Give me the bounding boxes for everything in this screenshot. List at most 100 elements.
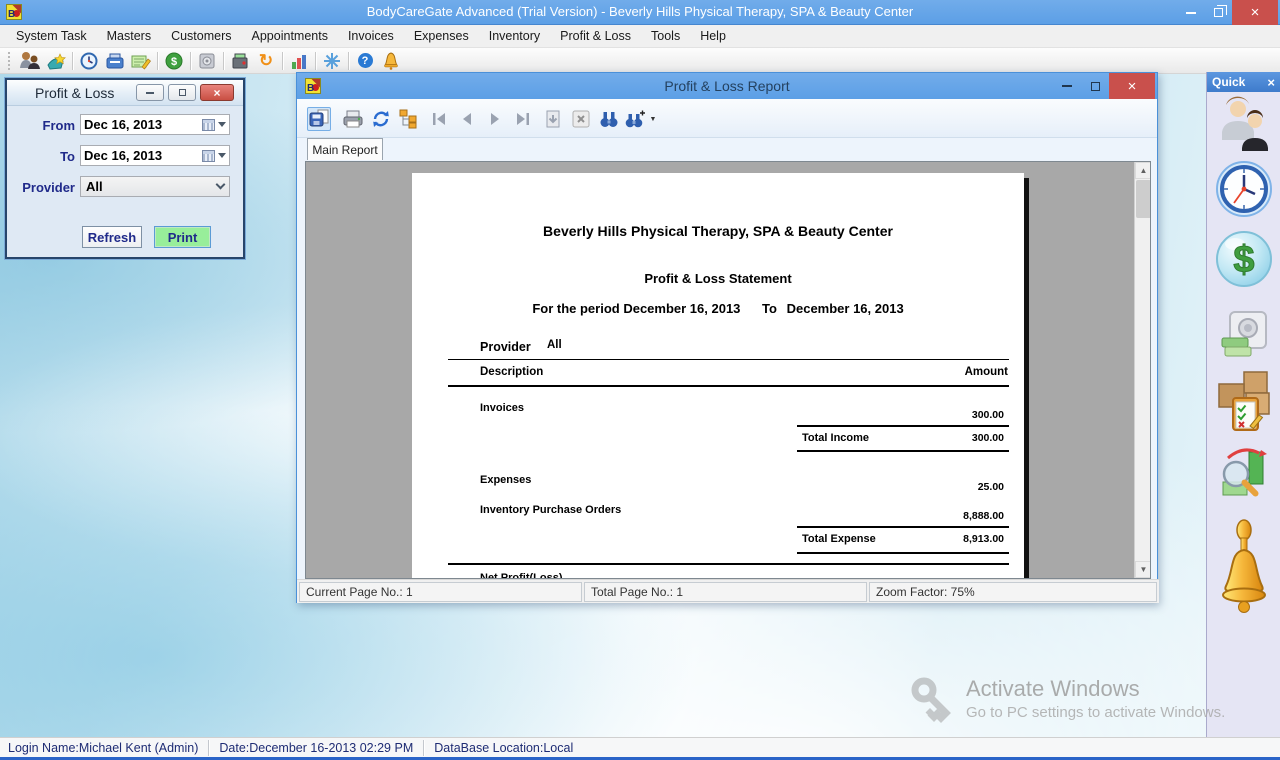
fax-button[interactable] [102, 50, 128, 72]
bell-button[interactable] [378, 50, 404, 72]
print-button[interactable] [341, 107, 365, 131]
bell-icon [382, 52, 400, 70]
dialog-minimize-button[interactable] [136, 84, 164, 101]
chart-icon [290, 52, 309, 70]
group-tree-button[interactable] [397, 107, 421, 131]
dialog-maximize-button[interactable] [168, 84, 196, 101]
dialog-title: Profit & Loss [35, 85, 114, 101]
export-button[interactable] [307, 107, 331, 131]
menu-appointments[interactable]: Appointments [242, 25, 338, 48]
menu-help[interactable]: Help [690, 25, 736, 48]
menu-inventory[interactable]: Inventory [479, 25, 550, 48]
menu-expenses[interactable]: Expenses [404, 25, 479, 48]
quick-inventory-button[interactable] [1216, 368, 1272, 437]
profit-loss-dialog: Profit & Loss × From Dec 16, 2013 To Dec… [5, 78, 245, 259]
col-description: Description [480, 366, 543, 378]
appointments-clock-icon [1215, 160, 1273, 218]
menu-bar: System Task Masters Customers Appointmen… [0, 25, 1280, 48]
restore-button[interactable] [1206, 0, 1230, 25]
activate-windows-watermark: Activate Windows Go to PC settings to ac… [908, 674, 1238, 734]
quick-reminder-button[interactable] [1220, 518, 1268, 629]
from-label: From [15, 118, 75, 133]
dialog-close-button[interactable]: × [200, 84, 234, 101]
toolbar-grip [8, 52, 13, 70]
invoice-icon [131, 52, 151, 70]
users-button[interactable] [17, 50, 43, 72]
close-button[interactable]: × [1232, 0, 1278, 25]
refresh-button[interactable] [369, 107, 393, 131]
last-page-button[interactable] [511, 107, 535, 131]
prev-page-button[interactable] [455, 107, 479, 131]
quick-panel-header: Quick × [1207, 72, 1280, 92]
quick-close-button[interactable]: × [1267, 76, 1275, 89]
dollar-icon: $ [165, 52, 183, 70]
clock-icon [80, 52, 98, 70]
minimize-button[interactable] [1178, 0, 1204, 25]
dollar-button[interactable]: $ [161, 50, 187, 72]
quick-profit-loss-button[interactable] [1218, 442, 1270, 505]
safe-button[interactable] [194, 50, 220, 72]
quick-appointments-button[interactable] [1215, 160, 1273, 223]
quick-expenses-button[interactable] [1220, 310, 1268, 365]
scroll-down-button[interactable]: ▼ [1135, 561, 1151, 578]
vertical-scrollbar[interactable]: ▲ ▼ [1134, 162, 1151, 578]
to-label: To [15, 149, 75, 164]
chart-button[interactable] [286, 50, 312, 72]
menu-invoices[interactable]: Invoices [338, 25, 404, 48]
menu-customers[interactable]: Customers [161, 25, 241, 48]
group-tree-icon [399, 109, 419, 129]
provider-select[interactable]: All [80, 176, 230, 197]
from-date-field[interactable]: Dec 16, 2013 [80, 114, 230, 135]
zoom-button[interactable] [623, 107, 647, 131]
report-titlebar: B Profit & Loss Report × [297, 73, 1157, 99]
quick-invoices-button[interactable]: $ [1215, 230, 1273, 293]
print-button[interactable]: Print [154, 226, 211, 248]
next-page-button[interactable] [483, 107, 507, 131]
tab-main-report[interactable]: Main Report [307, 138, 383, 160]
current-page-status: Current Page No.: 1 [299, 582, 582, 602]
report-window-title: Profit & Loss Report [297, 78, 1157, 94]
report-page: Beverly Hills Physical Therapy, SPA & Be… [412, 173, 1024, 579]
first-page-button[interactable] [427, 107, 451, 131]
report-statusbar: Current Page No.: 1 Total Page No.: 1 Zo… [297, 579, 1159, 603]
dropdown-arrow-icon[interactable] [218, 122, 226, 127]
find-button[interactable] [597, 107, 621, 131]
line-label: Expenses [480, 474, 531, 486]
quick-panel-title: Quick [1212, 75, 1245, 89]
database-location-status: DataBase Location:Local [434, 741, 573, 755]
menu-profit-loss[interactable]: Profit & Loss [550, 25, 641, 48]
menu-masters[interactable]: Masters [97, 25, 161, 48]
scroll-up-button[interactable]: ▲ [1135, 162, 1151, 179]
close-icon: × [1128, 78, 1137, 95]
zoom-dropdown-caret[interactable]: ▼ [647, 107, 659, 131]
help-button[interactable]: ? [352, 50, 378, 72]
report-minimize-button[interactable] [1055, 73, 1079, 99]
goto-page-button[interactable] [541, 107, 565, 131]
dropdown-arrow-icon[interactable] [218, 153, 226, 158]
refresh-button[interactable]: ↻ [253, 50, 279, 72]
subtotal-label: Total Expense [802, 533, 876, 545]
find-icon [599, 110, 619, 128]
fax-icon [105, 52, 125, 70]
report-period: For the period December 16, 2013 To Dece… [412, 301, 1024, 316]
menu-system-task[interactable]: System Task [6, 25, 97, 48]
clock-button[interactable] [76, 50, 102, 72]
quick-customers-button[interactable] [1218, 96, 1270, 157]
close-view-icon [572, 110, 590, 128]
minimize-icon [1062, 85, 1072, 87]
refresh-button[interactable]: Refresh [82, 226, 142, 248]
report-maximize-button[interactable] [1083, 73, 1107, 99]
main-toolbar: $ ↻ ? [0, 48, 1280, 74]
to-date-field[interactable]: Dec 16, 2013 [80, 145, 230, 166]
menu-tools[interactable]: Tools [641, 25, 690, 48]
services-button[interactable] [43, 50, 69, 72]
close-view-button[interactable] [569, 107, 593, 131]
report-close-button[interactable]: × [1109, 73, 1155, 99]
register-button[interactable] [227, 50, 253, 72]
subtotal-amount: 300.00 [972, 432, 1004, 444]
invoice-button[interactable] [128, 50, 154, 72]
reminder-bell-icon [1220, 518, 1268, 624]
scrollbar-thumb[interactable] [1136, 180, 1151, 218]
cleanup-button[interactable] [319, 50, 345, 72]
line-label: Invoices [480, 402, 524, 414]
